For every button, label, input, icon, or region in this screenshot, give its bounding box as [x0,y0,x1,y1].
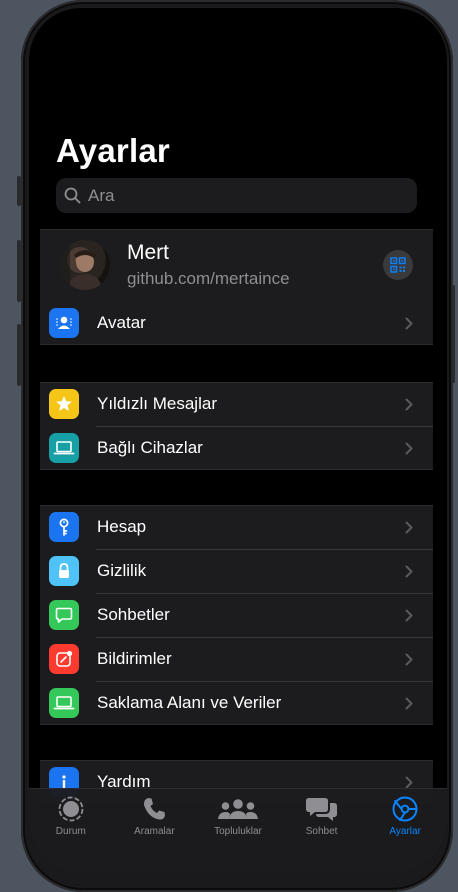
key-icon [49,512,79,542]
profile-name: Mert [127,241,169,264]
lock-icon [49,556,79,586]
settings-row-label: Sohbetler [97,605,170,624]
chevron-right-icon [405,653,413,665]
page-title: Ayarlar [56,132,170,169]
settings-row-label: Saklama Alanı ve Veriler [97,693,282,712]
search-bar[interactable] [56,178,417,213]
search-input[interactable] [86,184,390,207]
tab-communities[interactable]: Topluluklar [196,789,280,874]
profile-row[interactable]: Mert github.com/mertaince [40,229,433,301]
storage-icon [49,688,79,718]
communities-icon [217,799,258,819]
profile-photo-icon [60,240,102,290]
star-icon [49,389,79,419]
laptop-icon [49,433,79,463]
chevron-right-icon [405,697,413,709]
settings-page: Ayarlar Mert [29,8,447,874]
tab-bar: Durum Aramalar Topluluklar Sohbet Ayarla… [29,788,447,874]
chevron-right-icon [405,442,413,454]
chat-bubble-icon [49,600,79,630]
settings-row-notifications[interactable]: Bildirimler [40,637,433,681]
chevron-right-icon [405,776,413,788]
settings-row-avatar[interactable]: Avatar [40,301,433,345]
tab-label: Ayarlar [389,826,421,837]
phone-icon [144,798,166,820]
search-icon [64,187,81,204]
volume-up-button [17,240,21,302]
settings-row-linked-devices[interactable]: Bağlı Cihazlar [40,426,433,470]
tab-label: Durum [55,826,86,837]
tab-label: Sohbet [305,826,338,837]
settings-row-label: Hesap [97,517,147,536]
settings-row-label: Bağlı Cihazlar [97,438,203,457]
profile-texts: Mert github.com/mertaince [127,241,383,289]
settings-row-chats[interactable]: Sohbetler [40,593,433,637]
settings-row-label: Yıldızlı Mesajlar [97,394,217,413]
tab-status[interactable]: Durum [29,789,113,874]
tab-label: Aramalar [134,826,175,837]
mute-switch [17,176,21,206]
settings-row-label: Avatar [97,313,146,332]
profile-avatar [60,240,110,290]
avatar-icon [49,308,79,338]
tab-label: Topluluklar [214,826,262,837]
settings-row-label: Bildirimler [97,649,172,668]
tab-calls[interactable]: Aramalar [113,789,197,874]
profile-subtitle: github.com/mertaince [127,269,290,288]
settings-icon [392,796,418,822]
chevron-right-icon [405,565,413,577]
notification-icon [49,644,79,674]
account-group: Hesap Gizlilik Sohbetler Bildirimler Sak… [40,505,433,725]
settings-row-label: Gizlilik [97,561,147,580]
screen: Ayarlar Mert [29,8,447,874]
starred-devices-group: Yıldızlı Mesajlar Bağlı Cihazlar [40,382,433,470]
volume-down-button [17,324,21,386]
status-icon [58,796,84,822]
chevron-right-icon [405,521,413,533]
settings-row-starred-messages[interactable]: Yıldızlı Mesajlar [40,382,433,426]
settings-row-account[interactable]: Hesap [40,505,433,549]
power-button [451,285,455,383]
profile-group: Mert github.com/mertaince Avatar [40,229,433,345]
chats-icon [305,798,337,821]
tab-settings[interactable]: Ayarlar [363,789,447,874]
qr-code-icon [390,257,406,273]
qr-code-button[interactable] [383,250,413,280]
chevron-right-icon [405,317,413,329]
chevron-right-icon [405,609,413,621]
settings-row-storage[interactable]: Saklama Alanı ve Veriler [40,681,433,725]
tab-chats[interactable]: Sohbet [280,789,364,874]
chevron-right-icon [405,398,413,410]
settings-row-privacy[interactable]: Gizlilik [40,549,433,593]
